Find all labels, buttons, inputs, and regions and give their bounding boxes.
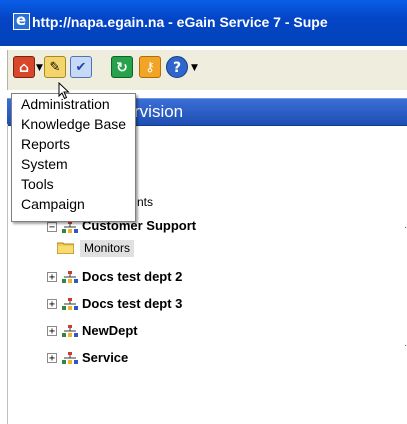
key-icon[interactable]: ⚷	[139, 56, 161, 78]
folder-icon	[57, 242, 74, 254]
tree-item-service[interactable]: Service	[82, 350, 128, 365]
notes-icon[interactable]: ✎	[44, 56, 66, 78]
mouse-cursor-icon	[58, 82, 70, 100]
department-icon	[62, 271, 78, 283]
browser-icon	[13, 11, 30, 30]
page-header-title: rvision	[134, 102, 184, 121]
department-icon	[62, 298, 78, 310]
tree-item-newdept[interactable]: NewDept	[82, 323, 138, 338]
bottom-strip	[7, 416, 407, 424]
department-icon	[62, 221, 78, 233]
expand-icon[interactable]: +	[47, 326, 57, 337]
tree-partial-label: nts	[137, 195, 154, 209]
home-menu-chevron-down-icon[interactable]: ▼	[36, 63, 43, 73]
refresh-icon[interactable]: ↻	[111, 56, 133, 78]
expand-icon[interactable]: +	[47, 299, 57, 310]
menu-item-campaign[interactable]: Campaign	[12, 194, 135, 214]
content-left-border	[7, 124, 8, 424]
tree-item-monitors[interactable]: Monitors	[80, 240, 135, 257]
tree-item-docs-test-dept-3[interactable]: Docs test dept 3	[82, 296, 182, 311]
tasks-icon[interactable]: ✔	[70, 56, 92, 78]
home-icon[interactable]: ⌂	[13, 56, 35, 78]
collapse-icon[interactable]: −	[47, 222, 57, 233]
expand-icon[interactable]: +	[47, 353, 57, 364]
menu-item-system[interactable]: System	[12, 154, 135, 174]
admin-dropdown-menu: Administration Knowledge Base Reports Sy…	[11, 93, 136, 222]
tree-item-docs-test-dept-2[interactable]: Docs test dept 2	[82, 269, 182, 284]
help-menu-chevron-down-icon[interactable]: ▼	[191, 63, 198, 73]
menu-item-knowledge-base[interactable]: Knowledge Base	[12, 114, 135, 134]
expand-icon[interactable]: +	[47, 272, 57, 283]
menu-item-administration[interactable]: Administration	[12, 94, 135, 114]
department-icon	[62, 352, 78, 364]
menu-item-tools[interactable]: Tools	[12, 174, 135, 194]
window-title: http://napa.egain.na - eGain Service 7 -…	[32, 14, 328, 30]
help-icon[interactable]: ?	[166, 56, 188, 78]
window-title-bar: http://napa.egain.na - eGain Service 7 -…	[0, 0, 407, 46]
department-icon	[62, 325, 78, 337]
menu-item-reports[interactable]: Reports	[12, 134, 135, 154]
